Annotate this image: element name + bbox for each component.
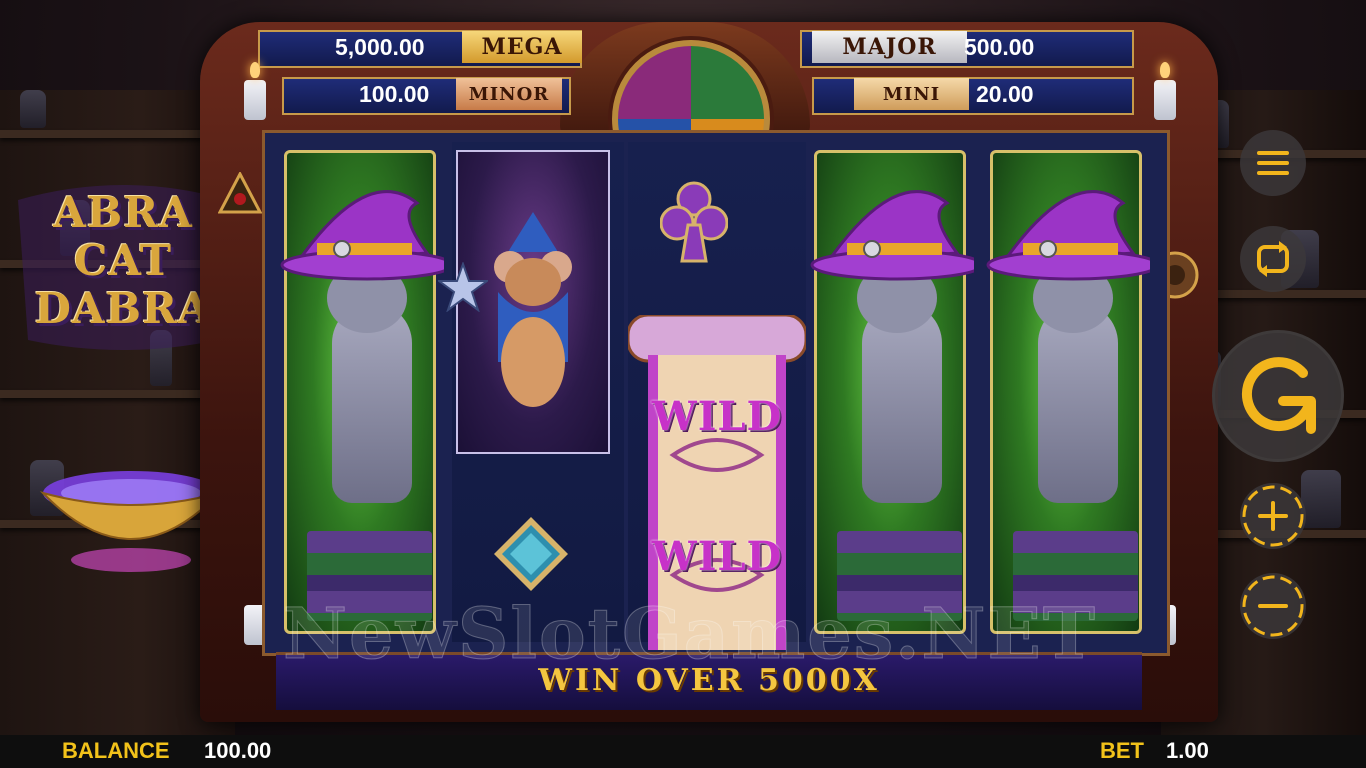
spin-button[interactable]	[1212, 330, 1344, 462]
jackpot-row-top-right: MAJOR 500.00	[800, 30, 1134, 68]
bet-value: 1.00	[1166, 738, 1209, 763]
wild-label-2: WILD	[651, 533, 783, 580]
wild-label-1: WILD	[651, 393, 783, 440]
minor-jackpot-value: 100.00	[359, 81, 430, 107]
plus-icon	[1242, 485, 1304, 547]
menu-button[interactable]	[1240, 130, 1306, 196]
candle-icon	[244, 80, 266, 120]
potion-bowl-icon	[39, 471, 223, 572]
bet-increase-button[interactable]	[1240, 483, 1306, 549]
mega-jackpot-value: 5,000.00	[335, 34, 425, 60]
cat-in-hat-symbol	[986, 150, 1150, 634]
jackpot-row-bottom-right: MINI 20.00	[812, 77, 1134, 115]
mouse-wizard-symbol	[438, 150, 610, 454]
bet-decrease-button[interactable]	[1240, 573, 1306, 639]
mini-jackpot-value: 20.00	[976, 81, 1034, 107]
major-jackpot-label: MAJOR	[812, 31, 967, 63]
cat-in-hat-symbol	[280, 150, 444, 634]
watermark: NewSlotGames.NET	[283, 592, 1097, 676]
major-jackpot-value: 500.00	[964, 34, 1035, 60]
amulet-triangle-icon	[218, 172, 262, 214]
star-wand-icon	[438, 262, 488, 312]
witch-hat-icon	[280, 190, 444, 281]
bet-label: BET	[1100, 738, 1144, 763]
reel-4	[806, 142, 974, 642]
minor-jackpot-label: MINOR	[456, 78, 562, 110]
mouse-wizard-icon	[494, 212, 572, 407]
jackpot-row-bottom-left: 100.00 MINOR	[282, 77, 571, 115]
candle-icon	[1154, 80, 1176, 120]
game-scene: ABRA CAT DABRA ™ 5,000.00 MEGA 100.00 MI…	[0, 0, 1366, 735]
mini-jackpot-label: MINI	[854, 78, 969, 110]
witch-hat-icon	[986, 190, 1150, 281]
autoplay-button[interactable]	[1240, 226, 1306, 292]
cat-in-hat-symbol	[810, 150, 974, 634]
club-symbol-icon	[660, 181, 728, 263]
mega-jackpot-label: MEGA	[462, 31, 582, 63]
reel-5	[982, 142, 1150, 642]
witch-hat-icon	[810, 190, 974, 281]
spin-icon	[1241, 357, 1316, 434]
balance-label: BALANCE	[62, 738, 170, 763]
diamond-symbol-icon	[494, 517, 568, 591]
menu-icon	[1257, 151, 1289, 175]
autoplay-icon	[1257, 241, 1289, 277]
balance-value: 100.00	[204, 738, 272, 763]
jackpot-row-top-left: 5,000.00 MEGA	[258, 30, 582, 68]
minus-icon	[1242, 575, 1304, 637]
reel-1	[276, 142, 444, 642]
status-bar: BALANCE 100.00 BET 1.00	[0, 735, 1366, 768]
